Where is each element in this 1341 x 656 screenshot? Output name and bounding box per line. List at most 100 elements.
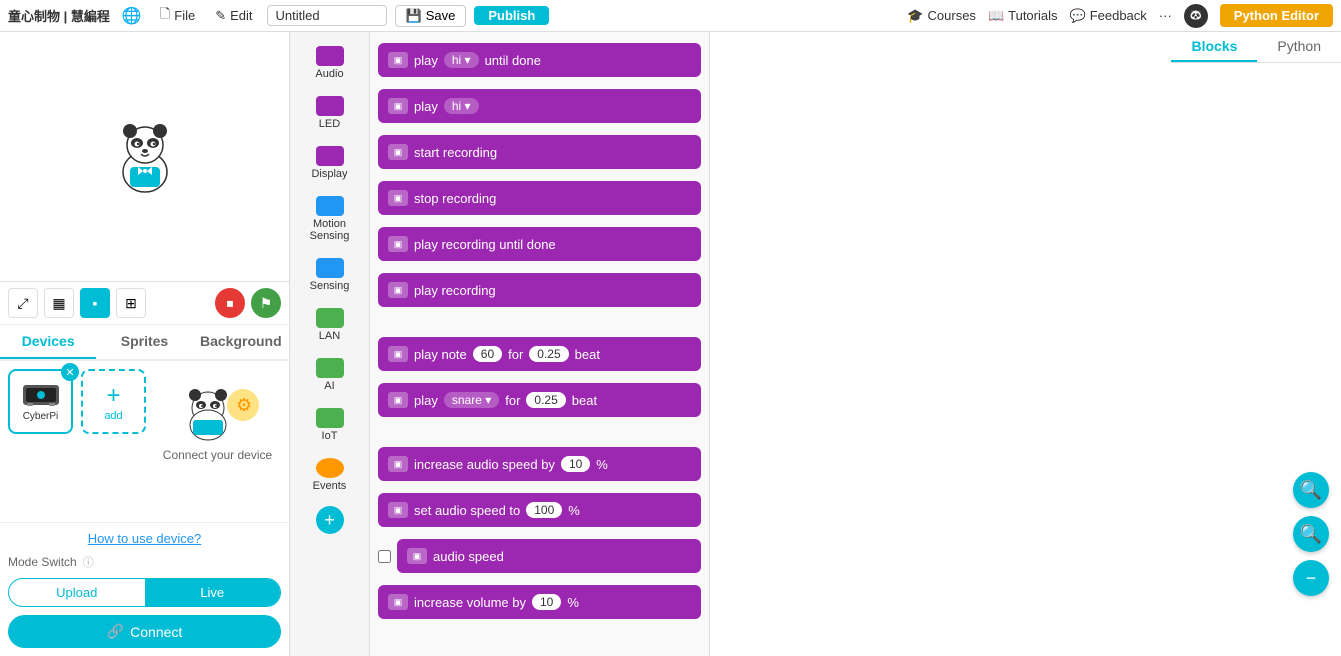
- panel-tabs: Devices Sprites Background: [0, 325, 289, 361]
- snare-beat-input[interactable]: 0.25: [526, 392, 565, 408]
- tab-devices[interactable]: Devices: [0, 325, 96, 359]
- zoom-in-button[interactable]: 🔍: [1293, 472, 1329, 508]
- speed-set-input[interactable]: 100: [526, 502, 562, 518]
- add-category-button[interactable]: +: [316, 506, 344, 534]
- speed-increase-input[interactable]: 10: [561, 456, 590, 472]
- editor-tabs: Blocks Python: [1171, 32, 1341, 63]
- courses-link[interactable]: 🎓 Courses: [907, 8, 976, 24]
- block-icon: ▣: [388, 236, 408, 252]
- brand-label: 童心制物 | 慧編程: [8, 6, 110, 25]
- remove-device-button[interactable]: ✕: [61, 363, 79, 381]
- grid-large-icon[interactable]: ▪: [80, 288, 110, 318]
- link-icon: 🔗: [107, 623, 124, 640]
- sidebar-item-display[interactable]: Display: [294, 140, 366, 186]
- block-play-recording[interactable]: ▣ play recording: [378, 273, 701, 307]
- note-input[interactable]: 60: [473, 346, 502, 362]
- topbar: 童心制物 | 慧編程 🌐 🗋 File ✎ Edit 💾 Save Publis…: [0, 0, 1341, 32]
- block-icon: ▣: [388, 144, 408, 160]
- zoom-out-button[interactable]: −: [1293, 560, 1329, 596]
- upload-live-toggle[interactable]: Upload Live: [8, 578, 281, 607]
- sidebar-item-lan[interactable]: LAN: [294, 302, 366, 348]
- motion-sensing-icon: [316, 196, 344, 216]
- feedback-link[interactable]: 💬 Feedback: [1070, 8, 1147, 24]
- blocks-panel: ▣ play hi ▾ until done ▣ play hi ▾ ▣ sta…: [370, 32, 710, 656]
- minus-icon: −: [1306, 568, 1317, 589]
- block-play-until-done[interactable]: ▣ play hi ▾ until done: [378, 43, 701, 77]
- sidebar-item-motion-sensing[interactable]: Motion Sensing: [294, 190, 366, 248]
- block-icon: ▣: [388, 52, 408, 68]
- sidebar-item-iot[interactable]: IoT: [294, 402, 366, 448]
- block-play[interactable]: ▣ play hi ▾: [378, 89, 701, 123]
- add-device-button[interactable]: + add: [81, 369, 146, 434]
- run-button[interactable]: ⚑: [251, 288, 281, 318]
- block-icon: ▣: [388, 456, 408, 472]
- divider: 🌐: [122, 6, 142, 26]
- block-play-recording-until-done[interactable]: ▣ play recording until done: [378, 227, 701, 261]
- avatar[interactable]: 🐼: [1184, 4, 1208, 28]
- sidebar-item-led[interactable]: LED: [294, 90, 366, 136]
- drum-dropdown[interactable]: snare ▾: [444, 392, 499, 408]
- courses-icon: 🎓: [907, 8, 923, 24]
- sidebar-item-sensing[interactable]: Sensing: [294, 252, 366, 298]
- sidebar-item-ai[interactable]: AI: [294, 352, 366, 398]
- upload-mode-button[interactable]: Upload: [9, 579, 145, 606]
- block-stop-recording[interactable]: ▣ stop recording: [378, 181, 701, 215]
- sprite-item: ⚙ Connect your device: [158, 373, 277, 462]
- sound-dropdown[interactable]: hi ▾: [444, 52, 479, 68]
- lan-icon: [316, 308, 344, 328]
- tab-blocks[interactable]: Blocks: [1171, 32, 1257, 62]
- publish-button[interactable]: Publish: [474, 6, 549, 25]
- file-menu[interactable]: 🗋 File: [154, 3, 201, 29]
- project-title-input[interactable]: [267, 5, 387, 26]
- block-increase-audio-speed[interactable]: ▣ increase audio speed by 10 %: [378, 447, 701, 481]
- iot-icon: [316, 408, 344, 428]
- zoom-reset-button[interactable]: 🔍: [1293, 516, 1329, 552]
- save-button[interactable]: 💾 Save: [395, 5, 467, 27]
- beat-input[interactable]: 0.25: [529, 346, 568, 362]
- tab-python[interactable]: Python: [1257, 32, 1341, 62]
- cyberpi-device-card[interactable]: ✕ CyberPi: [8, 369, 73, 434]
- magnify-icon: 🔍: [1300, 524, 1322, 545]
- stop-button[interactable]: ⏹: [215, 288, 245, 318]
- zoom-controls: 🔍 🔍 −: [1293, 472, 1329, 596]
- panda-character: [105, 117, 185, 197]
- block-set-audio-speed[interactable]: ▣ set audio speed to 100 %: [378, 493, 701, 527]
- tab-background[interactable]: Background: [193, 325, 289, 359]
- block-start-recording[interactable]: ▣ start recording: [378, 135, 701, 169]
- connect-button[interactable]: 🔗 Connect: [8, 615, 281, 648]
- block-icon: ▣: [388, 392, 408, 408]
- grid-list-icon[interactable]: ⊞: [116, 288, 146, 318]
- block-icon: ▣: [388, 594, 408, 610]
- expand-icon[interactable]: ⤢: [8, 288, 38, 318]
- how-to-use-link[interactable]: How to use device?: [8, 531, 281, 546]
- volume-increase-input[interactable]: 10: [532, 594, 561, 610]
- category-sidebar: Audio LED Display Motion Sensing Sensing…: [290, 32, 370, 656]
- block-play-note[interactable]: ▣ play note 60 for 0.25 beat: [378, 337, 701, 371]
- sprites-area: ⚙ Connect your device: [154, 369, 281, 466]
- tab-sprites[interactable]: Sprites: [96, 325, 192, 359]
- block-icon: ▣: [388, 282, 408, 298]
- live-mode-button[interactable]: Live: [145, 579, 281, 606]
- audio-icon: [316, 46, 344, 66]
- python-editor-button[interactable]: Python Editor: [1220, 4, 1333, 27]
- device-panel: ✕ CyberPi + add: [0, 361, 289, 522]
- edit-menu[interactable]: ✎ Edit: [209, 6, 258, 26]
- block-icon: ▣: [388, 98, 408, 114]
- edit-icon: ✎: [215, 8, 226, 24]
- led-icon: [316, 96, 344, 116]
- block-icon: ▣: [388, 502, 408, 518]
- checkbox-audio-speed: ▣ audio speed: [378, 539, 701, 573]
- more-menu[interactable]: ···: [1159, 8, 1172, 23]
- sidebar-item-events[interactable]: Events: [294, 452, 366, 498]
- block-play-snare[interactable]: ▣ play snare ▾ for 0.25 beat: [378, 383, 701, 417]
- grid-small-icon[interactable]: ▦: [44, 288, 74, 318]
- cyberpi-icon: [21, 381, 61, 409]
- workspace: Blocks Python 🔍 🔍 −: [710, 32, 1341, 656]
- audio-speed-checkbox[interactable]: [378, 550, 391, 563]
- sidebar-item-audio[interactable]: Audio: [294, 40, 366, 86]
- block-increase-volume[interactable]: ▣ increase volume by 10 %: [378, 585, 701, 619]
- tutorials-link[interactable]: 📖 Tutorials: [988, 8, 1058, 24]
- sound-dropdown2[interactable]: hi ▾: [444, 98, 479, 114]
- events-icon: [316, 458, 344, 478]
- block-audio-speed[interactable]: ▣ audio speed: [397, 539, 701, 573]
